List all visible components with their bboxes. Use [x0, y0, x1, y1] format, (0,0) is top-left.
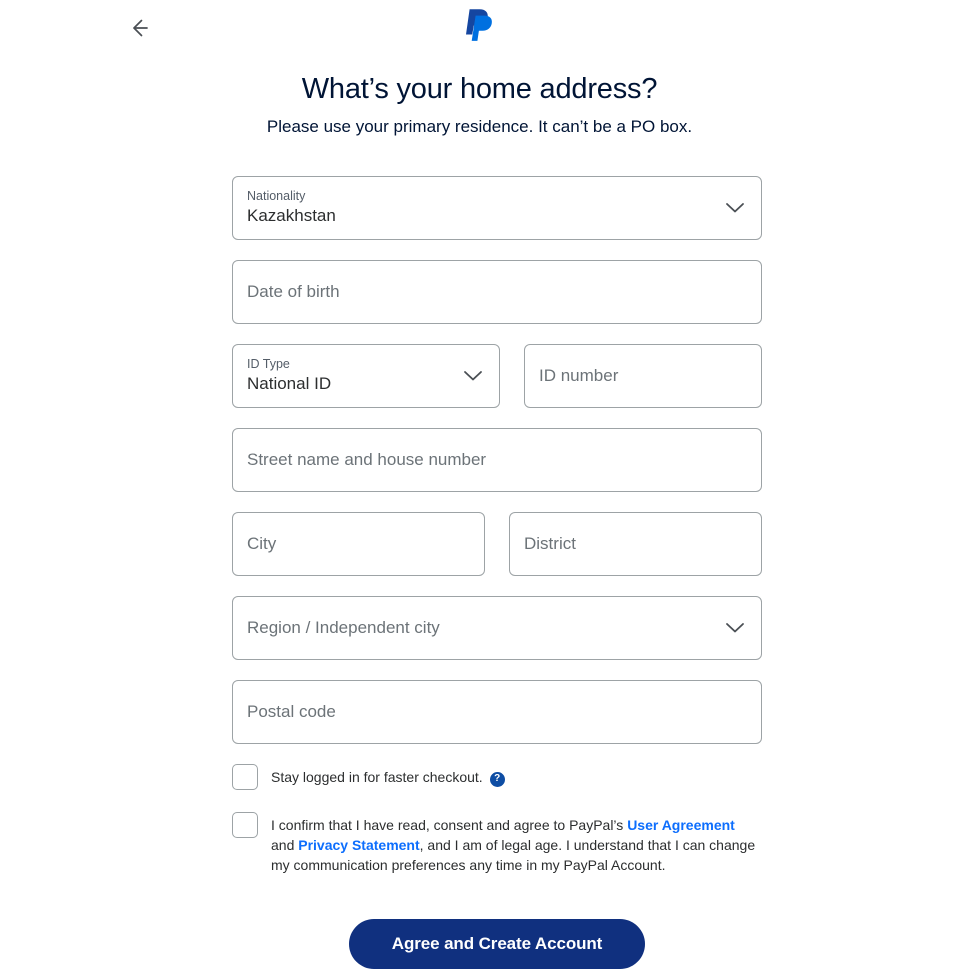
- agree-and-create-account-button[interactable]: Agree and Create Account: [349, 919, 645, 969]
- form-row-date-of-birth: Date of birth: [232, 260, 762, 324]
- stay-logged-in-row: Stay logged in for faster checkout.?: [232, 764, 762, 790]
- nationality-value: Kazakhstan: [247, 206, 336, 225]
- nationality-select[interactable]: Nationality Kazakhstan: [232, 176, 762, 240]
- cta-container: Agree and Create Account: [232, 919, 762, 969]
- postal-code-placeholder: Postal code: [247, 702, 336, 721]
- page-subtitle: Please use your primary residence. It ca…: [266, 117, 693, 136]
- chevron-down-icon: [724, 617, 746, 639]
- consent-text: I confirm that I have read, consent and …: [271, 812, 762, 875]
- district-placeholder: District: [524, 534, 576, 553]
- city-field[interactable]: City: [232, 512, 485, 576]
- id-number-placeholder: ID number: [539, 366, 619, 385]
- city-placeholder: City: [247, 534, 277, 553]
- id-number-field[interactable]: ID number: [524, 344, 762, 408]
- chevron-down-icon: [462, 365, 484, 387]
- nationality-label: Nationality: [247, 189, 306, 203]
- date-of-birth-field[interactable]: Date of birth: [232, 260, 762, 324]
- address-form: Nationality Kazakhstan Date of birth ID …: [232, 176, 762, 969]
- region-placeholder: Region / Independent city: [247, 618, 440, 637]
- id-type-value: National ID: [247, 374, 332, 393]
- consent-row: I confirm that I have read, consent and …: [232, 812, 762, 875]
- form-row-postal-code: Postal code: [232, 680, 762, 744]
- consent-checkbox[interactable]: [232, 812, 258, 838]
- form-row-nationality: Nationality Kazakhstan: [232, 176, 762, 240]
- stay-logged-in-label: Stay logged in for faster checkout.: [271, 769, 483, 785]
- privacy-statement-link[interactable]: Privacy Statement: [298, 837, 419, 853]
- date-of-birth-placeholder: Date of birth: [247, 282, 340, 301]
- consent-text-part-2: and: [271, 837, 299, 853]
- street-field[interactable]: Street name and house number: [232, 428, 762, 492]
- user-agreement-link[interactable]: User Agreement: [627, 817, 735, 833]
- postal-code-field[interactable]: Postal code: [232, 680, 762, 744]
- form-row-id: ID Type National ID ID number: [232, 344, 762, 408]
- form-row-region: Region / Independent city: [232, 596, 762, 660]
- stay-logged-in-text: Stay logged in for faster checkout.?: [271, 764, 505, 787]
- paypal-logo-icon: [465, 7, 495, 43]
- page-title: What’s your home address?: [301, 73, 658, 105]
- form-row-street: Street name and house number: [232, 428, 762, 492]
- consent-text-part-1: I confirm that I have read, consent and …: [271, 817, 628, 833]
- street-placeholder: Street name and house number: [247, 450, 487, 469]
- form-row-city-district: City District: [232, 512, 762, 576]
- region-select[interactable]: Region / Independent city: [232, 596, 762, 660]
- question-mark-icon[interactable]: ?: [489, 771, 505, 787]
- id-type-select[interactable]: ID Type National ID: [232, 344, 500, 408]
- paypal-logo: [0, 7, 959, 43]
- id-type-label: ID Type: [247, 357, 290, 371]
- stay-logged-in-checkbox[interactable]: [232, 764, 258, 790]
- chevron-down-icon: [724, 197, 746, 219]
- district-field[interactable]: District: [509, 512, 762, 576]
